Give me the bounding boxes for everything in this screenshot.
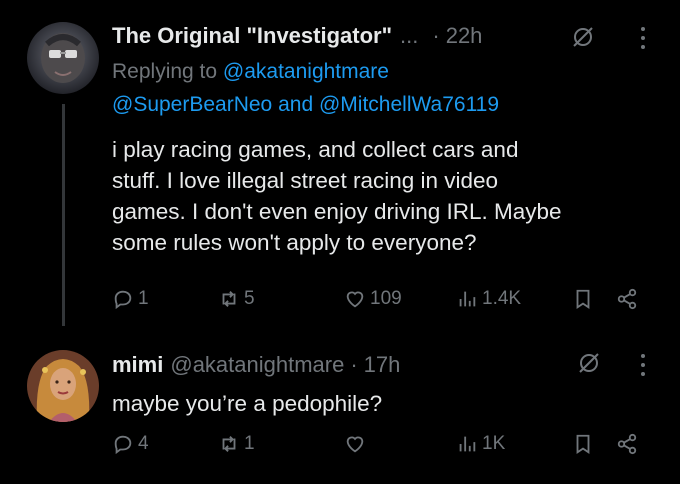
grok-icon (573, 27, 593, 47)
more-icon[interactable] (641, 27, 645, 49)
grok-button[interactable] (576, 350, 602, 381)
repost-count: 5 (244, 288, 255, 309)
text-line: some rules won't apply to everyone? (112, 230, 477, 255)
timestamp[interactable]: 17h (364, 352, 401, 378)
reply-icon (114, 290, 132, 310)
more-icon[interactable] (641, 354, 645, 376)
text-line: maybe you’re a pedophile? (112, 391, 383, 416)
tweet[interactable]: mimi @akatanightmare · 17h maybe you’re … (0, 330, 680, 484)
views-icon (459, 436, 476, 452)
tweet-header: mimi @akatanightmare · 17h (112, 352, 400, 378)
share-button[interactable] (616, 433, 638, 455)
share-icon (617, 288, 637, 310)
action-bar: 1 5 109 1.4K (112, 288, 652, 318)
mention-link[interactable]: @akatanightmare (223, 60, 389, 83)
handle[interactable]: @akatanightmare (170, 352, 344, 378)
grok-icon (579, 353, 599, 373)
mention-link[interactable]: @MitchellWa76119 (319, 93, 499, 116)
separator-dot: · (432, 23, 440, 48)
replying-to: Replying to @akatanightmare (112, 60, 389, 84)
like-icon (346, 291, 364, 308)
views-icon (459, 291, 476, 307)
display-name[interactable]: The Original "Investigator" (112, 23, 392, 49)
tweet-text: i play racing games, and collect cars an… (112, 134, 642, 258)
views-count: 1K (482, 433, 506, 454)
views-count: 1.4K (482, 288, 522, 309)
reply-button[interactable]: 1 (112, 288, 149, 310)
bookmark-button[interactable] (572, 288, 594, 310)
repost-icon (222, 291, 236, 307)
avatar-icon (27, 22, 99, 94)
repost-button[interactable]: 1 (218, 433, 255, 455)
timestamp[interactable]: 22h (446, 23, 483, 49)
views-button[interactable]: 1.4K (456, 288, 521, 310)
reply-icon (114, 435, 132, 455)
display-name[interactable]: mimi (112, 352, 163, 378)
views-button[interactable]: 1K (456, 433, 505, 455)
thread-line (62, 104, 65, 326)
avatar[interactable] (27, 22, 99, 94)
reply-count: 1 (138, 288, 149, 309)
share-icon (617, 433, 637, 455)
separator-dot: · (350, 352, 358, 377)
bookmark-button[interactable] (572, 433, 594, 455)
reply-button[interactable]: 4 (112, 433, 149, 455)
like-count: 109 (370, 288, 402, 309)
repost-button[interactable]: 5 (218, 288, 255, 310)
text-line: games. I don't even enjoy driving IRL. M… (112, 199, 562, 224)
avatar[interactable] (27, 350, 99, 422)
replying-prefix: Replying to (112, 60, 218, 83)
avatar-icon (27, 350, 99, 422)
share-button[interactable] (616, 288, 638, 310)
text-line: i play racing games, and collect cars an… (112, 137, 519, 162)
tweet-text: maybe you’re a pedophile? (112, 388, 642, 419)
repost-count: 1 (244, 433, 255, 454)
bookmark-icon (576, 289, 590, 309)
replying-to-cont: @SuperBearNeo and @MitchellWa76119 (112, 93, 499, 117)
mention-link[interactable]: @SuperBearNeo (112, 93, 272, 116)
like-button[interactable]: 109 (344, 288, 402, 310)
and-connector: and (278, 93, 314, 116)
reply-count: 4 (138, 433, 149, 454)
bookmark-icon (576, 434, 590, 454)
repost-icon (222, 436, 236, 452)
tweet-header: The Original "Investigator" ... · 22h (112, 23, 482, 49)
name-ellipsis: ... (400, 23, 419, 48)
like-button[interactable] (344, 433, 370, 455)
tweet[interactable]: The Original "Investigator" ... · 22h Re… (0, 0, 680, 330)
text-line: stuff. I love illegal street racing in v… (112, 168, 499, 193)
action-bar: 4 1 1K (112, 433, 652, 463)
grok-button[interactable] (570, 24, 596, 55)
like-icon (346, 436, 364, 453)
